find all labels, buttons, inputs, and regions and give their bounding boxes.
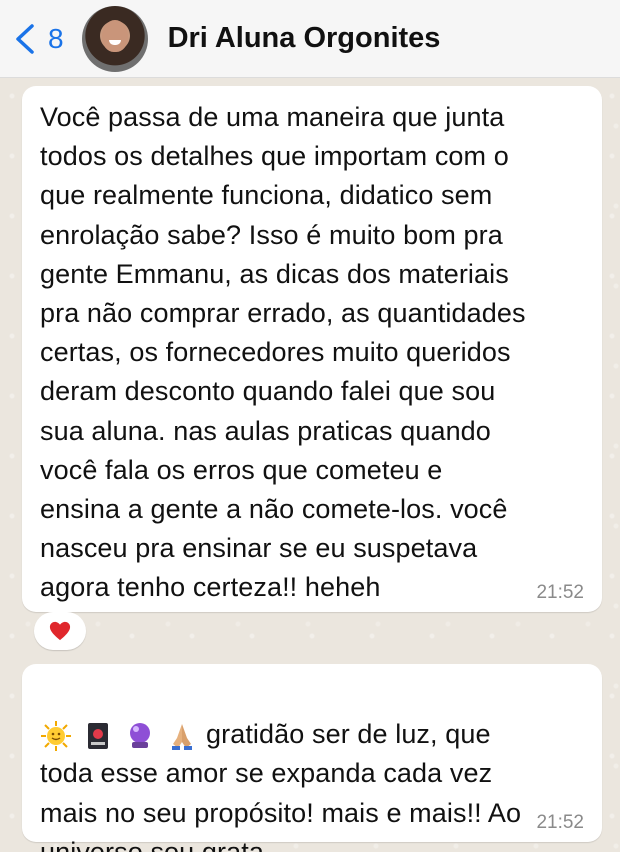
message-text: Você passa de uma maneira que junta todo… [40,102,526,603]
avatar[interactable] [81,5,148,72]
message-bubble[interactable]: gratidão ser de luz, que toda esse amor … [22,664,602,852]
folded-hands-icon [172,724,192,751]
heart-icon [49,621,71,641]
unread-count: 8 [48,22,64,54]
message-text: gratidão ser de luz, que toda esse amor … [40,676,584,852]
message-timestamp: 21:52 [536,812,584,833]
chat-header: 8 Dri Aluna Orgonites [0,0,620,78]
sun-face-icon [41,721,71,752]
message-bubble[interactable]: Você passa de uma maneira que junta todo… [22,86,602,612]
flower-playing-card-icon [88,723,108,750]
contact-name[interactable]: Dri Aluna Orgonites [168,22,441,55]
reaction-badge[interactable] [34,612,86,650]
chevron-left-icon [16,23,34,54]
emoji-group [40,720,198,752]
crystal-ball-icon [130,723,150,749]
back-button[interactable]: 8 [12,22,64,56]
message-timestamp: 21:52 [536,582,584,603]
